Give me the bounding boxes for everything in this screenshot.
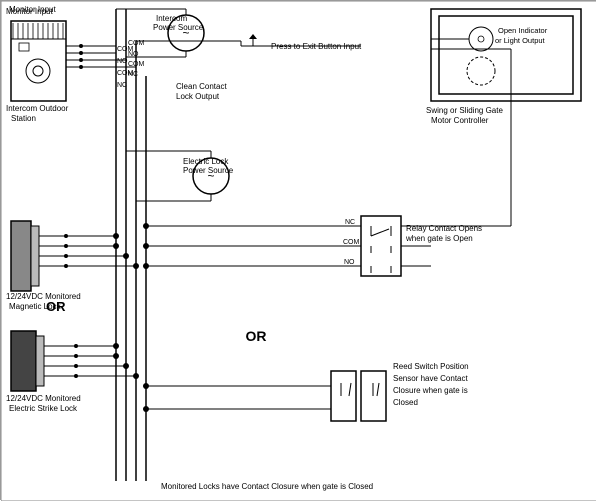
svg-text:NC: NC: [128, 71, 138, 78]
svg-text:Relay Contact Opens: Relay Contact Opens: [406, 224, 482, 233]
svg-text:Lock Output: Lock Output: [176, 92, 220, 101]
svg-text:when gate is Open: when gate is Open: [405, 234, 473, 243]
svg-text:Reed Switch Position: Reed Switch Position: [393, 362, 469, 371]
svg-text:Magnetic Lock: Magnetic Lock: [9, 302, 62, 311]
svg-text:Motor Controller: Motor Controller: [431, 116, 489, 125]
svg-text:Electric Lock: Electric Lock: [183, 157, 229, 166]
svg-text:12/24VDC Monitored: 12/24VDC Monitored: [6, 394, 81, 403]
svg-text:NO: NO: [128, 51, 139, 58]
svg-text:NC: NC: [117, 82, 127, 89]
svg-text:Monitored Locks have Contact C: Monitored Locks have Contact Closure whe…: [161, 482, 373, 491]
wiring-diagram: Monitor Input ~ Intercom Power Source Pr…: [0, 0, 596, 500]
svg-text:Electric Strike Lock: Electric Strike Lock: [9, 404, 78, 413]
svg-text:Power Source: Power Source: [153, 23, 204, 32]
svg-text:Intercom Outdoor: Intercom Outdoor: [6, 104, 69, 113]
svg-text:Sensor have Contact: Sensor have Contact: [393, 374, 468, 383]
svg-text:COM: COM: [128, 61, 145, 68]
svg-text:Swing or Sliding Gate: Swing or Sliding Gate: [426, 106, 503, 115]
svg-text:Intercom: Intercom: [156, 14, 187, 23]
svg-text:COM: COM: [343, 239, 360, 246]
svg-text:Monitor Input: Monitor Input: [9, 5, 56, 14]
svg-text:NC: NC: [345, 219, 355, 226]
svg-text:12/24VDC Monitored: 12/24VDC Monitored: [6, 292, 81, 301]
svg-text:Closed: Closed: [393, 398, 418, 407]
svg-text:NO: NO: [117, 58, 128, 65]
svg-text:Open Indicator: Open Indicator: [498, 26, 548, 35]
svg-text:NO: NO: [344, 259, 355, 266]
svg-text:Station: Station: [11, 114, 36, 123]
svg-text:Clean Contact: Clean Contact: [176, 82, 227, 91]
svg-text:OR: OR: [246, 328, 267, 344]
svg-text:Power Source: Power Source: [183, 166, 234, 175]
svg-text:or Light Output: or Light Output: [495, 36, 546, 45]
svg-text:COM: COM: [128, 40, 145, 47]
svg-text:Closure when gate is: Closure when gate is: [393, 386, 468, 395]
